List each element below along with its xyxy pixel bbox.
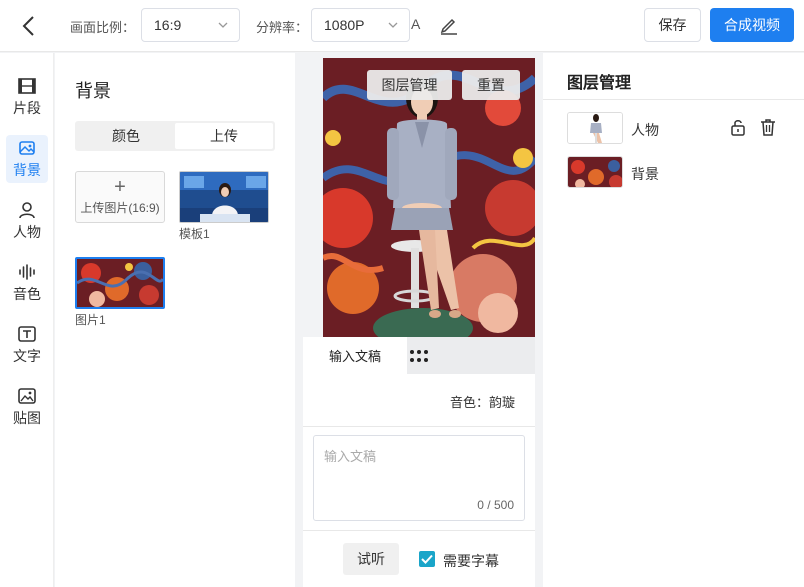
nav-item-label: 片段 <box>13 100 41 116</box>
script-textarea[interactable]: 输入文稿 0 / 500 <box>313 435 525 521</box>
aspect-ratio-label: 画面比例： <box>70 20 136 35</box>
nav-item-label: 人物 <box>13 224 41 240</box>
resolution-label: 分辨率： <box>256 20 309 35</box>
resolution-value: 1080P <box>324 17 365 33</box>
subtitle-label: 需要字幕 <box>443 553 499 569</box>
floral-thumbnail-image <box>568 157 622 187</box>
unlock-icon <box>731 120 745 136</box>
layer-thumbnail <box>567 112 623 144</box>
save-button[interactable]: 保存 <box>644 8 701 42</box>
thumbnail-caption: 图片1 <box>75 313 106 327</box>
divider <box>543 99 804 100</box>
dots-grid-icon <box>410 350 428 362</box>
layer-row-person[interactable]: 人物 <box>567 112 787 146</box>
checkmark-icon <box>421 554 433 564</box>
top-toolbar: 画面比例： 16:9 分辨率： 1080P A 保存 合成视频 <box>0 0 804 52</box>
nav-item-label: 背景 <box>13 162 41 178</box>
trash-icon <box>761 119 775 136</box>
floral-pattern-image <box>77 259 163 307</box>
layers-panel: 图层管理 人物 背景 <box>543 53 804 587</box>
aspect-ratio-select[interactable]: 16:9 <box>141 8 240 42</box>
nav-item-label: 文字 <box>13 348 41 364</box>
chevron-left-icon <box>22 16 34 36</box>
layer-row-background[interactable]: 背景 <box>567 156 787 190</box>
edit-button[interactable] <box>438 14 460 39</box>
nav-item-label: 音色 <box>13 286 41 302</box>
preview-stage: 图层管理 重置 <box>303 58 535 337</box>
chevron-down-icon <box>218 22 228 28</box>
left-nav: 片段 背景 人物 音色 文字 贴图 <box>0 53 54 587</box>
layer-thumbnail <box>567 156 623 188</box>
aspect-ratio-value: 16:9 <box>154 17 182 33</box>
background-thumbnail-template1[interactable] <box>179 171 269 223</box>
layer-management-button[interactable]: 图层管理 <box>367 70 452 100</box>
voice-wave-icon <box>19 264 35 280</box>
layers-title: 图层管理 <box>567 75 632 92</box>
delete-button[interactable] <box>759 118 777 139</box>
back-button[interactable] <box>14 12 42 40</box>
plus-icon: + <box>114 175 126 198</box>
lock-button[interactable] <box>729 118 747 139</box>
background-icon <box>19 141 35 155</box>
nav-item-label: 贴图 <box>13 410 41 426</box>
background-panel: 背景 颜色 上传 + 上传图片(16:9) 模板1 图片1 <box>55 53 295 587</box>
news-studio-image <box>180 172 268 222</box>
tab-input-script[interactable]: 输入文稿 <box>303 337 407 374</box>
layer-name: 背景 <box>631 166 659 182</box>
tab-upload[interactable]: 上传 <box>175 123 273 149</box>
panel-title: 背景 <box>75 81 111 101</box>
subtitle-checkbox[interactable] <box>419 551 435 567</box>
nav-item-background[interactable]: 背景 <box>6 135 48 183</box>
person-thumbnail-image <box>568 113 622 143</box>
reset-button[interactable]: 重置 <box>462 70 520 100</box>
divider <box>303 530 535 531</box>
image-sticker-icon <box>18 388 36 404</box>
nav-item-sticker[interactable]: 贴图 <box>6 383 48 431</box>
resolution-select[interactable]: 1080P <box>311 8 410 42</box>
font-a-glyph: A <box>411 16 421 32</box>
text-icon <box>18 326 36 342</box>
upload-label: 上传图片(16:9) <box>80 200 160 215</box>
film-icon <box>18 78 36 94</box>
textarea-placeholder: 输入文稿 <box>324 449 377 464</box>
tab-color[interactable]: 颜色 <box>77 123 175 149</box>
char-counter: 0 / 500 <box>477 498 514 512</box>
compose-video-button[interactable]: 合成视频 <box>710 8 794 42</box>
divider <box>303 426 535 427</box>
script-panel: 输入文稿 音色：韵璇 输入文稿 0 / 500 试听 需要字幕 <box>303 337 535 587</box>
script-tabs: 输入文稿 <box>303 337 535 374</box>
nav-item-voice[interactable]: 音色 <box>6 259 48 307</box>
listen-button[interactable]: 试听 <box>343 543 399 575</box>
more-options-button[interactable] <box>409 349 429 366</box>
nav-item-clips[interactable]: 片段 <box>6 73 48 121</box>
voice-selection[interactable]: 音色：韵璇 <box>450 392 515 411</box>
nav-item-person[interactable]: 人物 <box>6 197 48 245</box>
pencil-icon <box>440 18 457 35</box>
upload-image-button[interactable]: + 上传图片(16:9) <box>75 171 165 223</box>
person-icon <box>19 202 35 219</box>
background-type-tabs: 颜色 上传 <box>75 121 275 151</box>
layer-name: 人物 <box>631 122 659 138</box>
nav-item-text[interactable]: 文字 <box>6 321 48 369</box>
thumbnail-caption: 模板1 <box>179 227 210 241</box>
chevron-down-icon <box>388 22 398 28</box>
background-thumbnail-image1[interactable] <box>75 257 165 309</box>
